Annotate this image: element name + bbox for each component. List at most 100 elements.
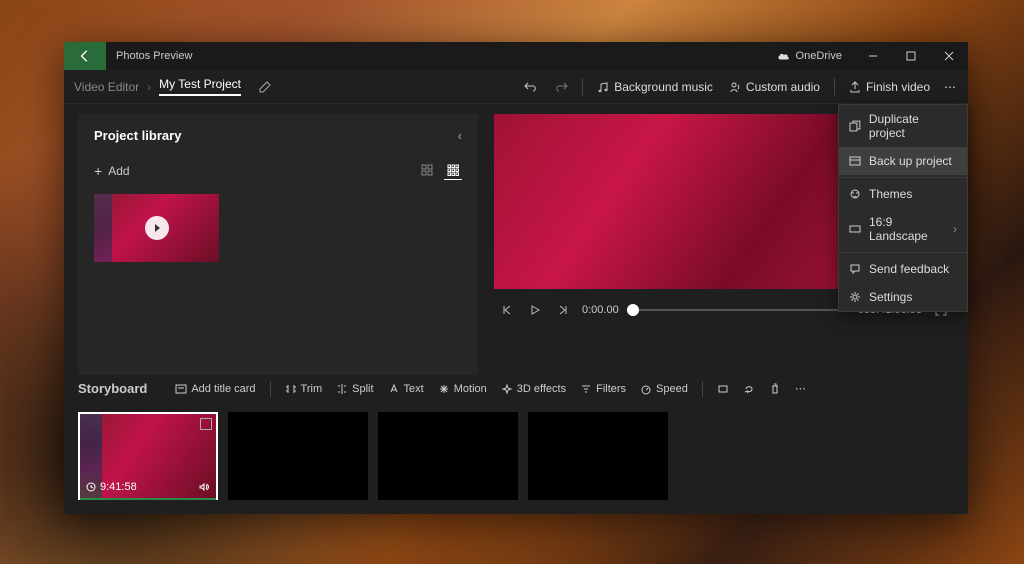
- maximize-icon: [906, 51, 916, 61]
- speed-label: Speed: [656, 383, 688, 395]
- aspect-icon: [849, 223, 861, 235]
- fx-label: 3D effects: [517, 383, 566, 395]
- filters-icon: [580, 383, 592, 395]
- motion-icon: [438, 383, 450, 395]
- custom-audio-label: Custom audio: [746, 80, 820, 94]
- ellipsis-icon: ⋯: [795, 382, 806, 395]
- text-label: Text: [404, 383, 424, 395]
- titlebar: Photos Preview OneDrive: [64, 42, 968, 70]
- undo-button[interactable]: [516, 76, 546, 98]
- step-back-icon: [501, 304, 513, 316]
- speed-button[interactable]: Speed: [634, 380, 694, 398]
- add-title-label: Add title card: [191, 383, 255, 395]
- filters-label: Filters: [596, 383, 626, 395]
- add-title-card-button[interactable]: Add title card: [169, 380, 261, 398]
- onedrive-status[interactable]: OneDrive: [777, 50, 842, 62]
- scrubber-track[interactable]: [627, 309, 850, 311]
- back-arrow-icon: [78, 49, 92, 63]
- redo-button[interactable]: [546, 76, 576, 98]
- finish-video-button[interactable]: Finish video: [841, 76, 938, 98]
- redo-icon: [554, 80, 568, 94]
- person-audio-icon: [729, 81, 741, 93]
- maximize-button[interactable]: [892, 42, 930, 70]
- grid-small-icon: [447, 164, 459, 176]
- chevron-right-icon: ›: [953, 222, 957, 236]
- delete-button[interactable]: [763, 380, 787, 398]
- storyboard-clip[interactable]: [228, 412, 368, 500]
- text-icon: [388, 383, 400, 395]
- play-button[interactable]: [526, 301, 544, 319]
- pencil-icon: [259, 81, 271, 93]
- filters-button[interactable]: Filters: [574, 380, 632, 398]
- menu-duplicate-label: Duplicate project: [869, 112, 957, 140]
- collapse-library-button[interactable]: ‹: [458, 128, 462, 143]
- rotate-icon: [743, 383, 755, 395]
- text-button[interactable]: Text: [382, 380, 430, 398]
- view-toggles: [418, 161, 462, 180]
- menu-backup-label: Back up project: [869, 154, 952, 168]
- export-icon: [849, 81, 861, 93]
- bg-music-label: Background music: [614, 80, 713, 94]
- menu-duplicate[interactable]: Duplicate project: [839, 105, 967, 147]
- menu-aspect-label: 16:9 Landscape: [869, 215, 945, 243]
- close-button[interactable]: [930, 42, 968, 70]
- view-large-button[interactable]: [418, 161, 436, 180]
- breadcrumb: Video Editor › My Test Project: [74, 77, 271, 96]
- minimize-button[interactable]: [854, 42, 892, 70]
- themes-icon: [849, 188, 861, 200]
- rename-button[interactable]: [259, 81, 271, 93]
- library-title: Project library: [94, 128, 181, 143]
- duplicate-icon: [849, 120, 861, 132]
- trim-button[interactable]: Trim: [279, 380, 329, 398]
- step-forward-icon: [557, 304, 569, 316]
- background-music-button[interactable]: Background music: [589, 76, 721, 98]
- storyboard-more-button[interactable]: ⋯: [789, 379, 812, 398]
- music-icon: [597, 81, 609, 93]
- 3d-effects-button[interactable]: 3D effects: [495, 380, 572, 398]
- menu-themes[interactable]: Themes: [839, 180, 967, 208]
- library-clip-thumbnail[interactable]: [94, 194, 219, 262]
- speed-icon: [640, 383, 652, 395]
- grid-large-icon: [421, 164, 433, 176]
- onedrive-label: OneDrive: [796, 50, 842, 62]
- clip-duration-badge: 9:41:58: [86, 481, 137, 493]
- menu-feedback-label: Send feedback: [869, 262, 949, 276]
- play-icon: [152, 223, 162, 233]
- library-controls: + Add: [94, 161, 462, 180]
- content-area: Project library ‹ + Add: [64, 104, 968, 375]
- trim-label: Trim: [301, 383, 323, 395]
- storyboard-clip[interactable]: [528, 412, 668, 500]
- rotate-button[interactable]: [737, 380, 761, 398]
- breadcrumb-project[interactable]: My Test Project: [159, 77, 241, 96]
- custom-audio-button[interactable]: Custom audio: [721, 76, 828, 98]
- motion-button[interactable]: Motion: [432, 380, 493, 398]
- clip-progress-bar: [80, 498, 216, 500]
- app-window: Photos Preview OneDrive Video Editor › M…: [64, 42, 968, 514]
- more-menu-button[interactable]: ⋯: [938, 76, 962, 98]
- back-button[interactable]: [64, 42, 106, 70]
- menu-backup[interactable]: Back up project: [839, 147, 967, 175]
- menu-themes-label: Themes: [869, 187, 912, 201]
- play-overlay: [145, 216, 169, 240]
- split-button[interactable]: Split: [330, 380, 379, 398]
- breadcrumb-root[interactable]: Video Editor: [74, 80, 139, 94]
- menu-feedback[interactable]: Send feedback: [839, 255, 967, 283]
- feedback-icon: [849, 263, 861, 275]
- view-small-button[interactable]: [444, 161, 462, 180]
- backup-icon: [849, 155, 861, 167]
- clip-strip: 9:41:58: [78, 412, 954, 500]
- window-title: Photos Preview: [116, 50, 777, 62]
- next-frame-button[interactable]: [554, 301, 572, 319]
- add-media-button[interactable]: + Add: [94, 163, 130, 179]
- sparkle-icon: [501, 383, 513, 395]
- menu-aspect[interactable]: 16:9 Landscape ›: [839, 208, 967, 250]
- scrubber-handle[interactable]: [627, 304, 639, 316]
- menu-settings[interactable]: Settings: [839, 283, 967, 311]
- ellipsis-icon: ⋯: [944, 80, 956, 94]
- resize-button[interactable]: [711, 380, 735, 398]
- storyboard-clip[interactable]: 9:41:58: [78, 412, 218, 500]
- prev-frame-button[interactable]: [498, 301, 516, 319]
- storyboard-clip[interactable]: [378, 412, 518, 500]
- resize-icon: [717, 383, 729, 395]
- cloud-icon: [777, 51, 791, 61]
